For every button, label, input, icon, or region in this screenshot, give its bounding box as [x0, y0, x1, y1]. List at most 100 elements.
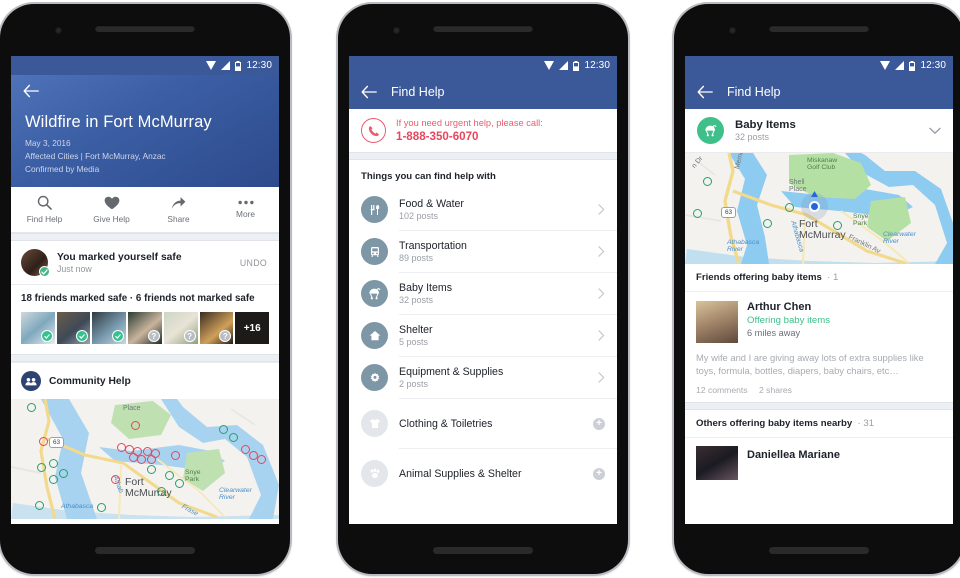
map-pin-need[interactable]: [39, 437, 48, 446]
more-button[interactable]: More: [212, 187, 279, 232]
phone-device-1: 12:30 Wildfire in Fort McMurray May 3, 2…: [0, 4, 290, 574]
chevron-down-icon[interactable]: [929, 127, 941, 135]
map-pin-offer[interactable]: [833, 221, 842, 230]
category-name: Clothing & Toiletries: [399, 417, 493, 430]
friend-thumb[interactable]: ?: [199, 312, 234, 344]
map-pin-offer[interactable]: [49, 459, 58, 468]
phone-3-screen: 12:30 Find Help Baby Items 32 posts 63 M…: [685, 56, 953, 524]
map-pin-offer[interactable]: [37, 463, 46, 472]
map-pin-offer[interactable]: [229, 433, 238, 442]
chevron-right-icon: [598, 330, 605, 341]
app-bar: Find Help: [349, 75, 617, 109]
category-row-equipment-supplies[interactable]: Equipment & Supplies 2 posts: [349, 357, 617, 398]
add-category-button[interactable]: +: [593, 417, 605, 430]
check-icon: [41, 268, 48, 275]
share-label: Share: [167, 213, 190, 224]
category-row-shelter[interactable]: Shelter 5 posts: [349, 315, 617, 356]
category-text: Baby Items 32 posts: [724, 119, 929, 142]
category-text: Transportation 89 posts: [388, 240, 598, 263]
post-card-secondary[interactable]: Daniellea Mariane: [685, 438, 953, 488]
home-glyph: [369, 331, 380, 341]
battery-icon: [909, 60, 916, 71]
undo-button[interactable]: UNDO: [240, 258, 269, 268]
paw-icon: [361, 460, 388, 487]
friend-thumb[interactable]: [56, 312, 91, 344]
map-pin-need[interactable]: [137, 455, 146, 464]
map-pin-need[interactable]: [257, 455, 266, 464]
utensils-glyph: [370, 204, 379, 215]
friend-thumb-more[interactable]: +16: [235, 312, 270, 344]
urgent-help-phone[interactable]: 1-888-350-6070: [396, 130, 543, 143]
map-pin-offer[interactable]: [693, 209, 702, 218]
marked-safe-row[interactable]: You marked yourself safe Just now UNDO: [11, 241, 279, 284]
post-comments-count[interactable]: 12 comments: [696, 385, 748, 395]
back-arrow-icon[interactable]: [23, 84, 39, 98]
find-help-button[interactable]: Find Help: [11, 187, 78, 232]
map-pin-offer[interactable]: [147, 465, 156, 474]
find-help-label: Find Help: [26, 214, 63, 224]
people-glyph: [25, 377, 37, 385]
back-arrow-icon[interactable]: [361, 85, 377, 99]
friend-thumb[interactable]: ?: [163, 312, 198, 344]
post-author-name[interactable]: Daniellea Mariane: [747, 446, 840, 480]
map-pin-offer[interactable]: [35, 501, 44, 510]
map-pin-offer[interactable]: [49, 475, 58, 484]
others-offering-label: Others offering baby items nearby: [696, 418, 853, 429]
map-pin-offer[interactable]: [27, 403, 36, 412]
map-label-snye-park: Snye Park: [185, 469, 201, 483]
map-pin-offer[interactable]: [219, 425, 228, 434]
map-pin-offer[interactable]: [157, 487, 166, 496]
share-button[interactable]: Share: [145, 187, 212, 232]
community-help-map[interactable]: 63 Place Snye Park Clearwater River Athaba…: [11, 399, 279, 519]
map-label-athabasca: Athabasca: [61, 503, 94, 510]
map-pin-need[interactable]: [131, 421, 140, 430]
selected-category-header[interactable]: Baby Items 32 posts: [685, 109, 953, 153]
category-name: Food & Water: [399, 198, 464, 210]
map-pin-offer[interactable]: [165, 471, 174, 480]
friend-thumb[interactable]: [92, 312, 127, 344]
ellipsis-icon: [237, 200, 254, 205]
post-photo[interactable]: [696, 446, 738, 480]
map-label-golf-club: Miskanaw Golf Club: [807, 157, 838, 171]
post-author-name[interactable]: Arthur Chen: [747, 301, 830, 313]
wifi-icon: [880, 61, 891, 70]
map-pin-need[interactable]: [111, 475, 120, 484]
post-photo[interactable]: [696, 301, 738, 343]
back-arrow-icon[interactable]: [697, 85, 713, 99]
shirt-glyph: [369, 419, 380, 428]
category-text: Equipment & Supplies 2 posts: [388, 366, 598, 389]
map-pin-offer[interactable]: [785, 203, 794, 212]
crisis-title: Wildfire in Fort McMurray: [25, 113, 212, 131]
category-text: Food & Water 102 posts: [388, 198, 598, 221]
add-category-button[interactable]: +: [593, 467, 605, 480]
phone-1-screen: 12:30 Wildfire in Fort McMurray May 3, 2…: [11, 56, 279, 524]
give-help-button[interactable]: Give Help: [78, 187, 145, 232]
community-help-row[interactable]: Community Help: [11, 362, 279, 399]
category-row-clothing-toiletries[interactable]: Clothing & Toiletries +: [349, 399, 617, 448]
marked-safe-title: You marked yourself safe: [57, 251, 182, 263]
post-shares-count[interactable]: 2 shares: [759, 385, 792, 395]
urgent-help-banner[interactable]: If you need urgent help, please call: 1-…: [349, 109, 617, 152]
category-row-baby-items[interactable]: Baby Items 32 posts: [349, 273, 617, 314]
category-row-transportation[interactable]: Transportation 89 posts: [349, 231, 617, 272]
post-body-text: My wife and I are giving away lots of ex…: [696, 352, 924, 376]
front-camera-icon: [55, 27, 62, 34]
category-row-animal-supplies[interactable]: Animal Supplies & Shelter +: [349, 449, 617, 498]
map-pin-offer[interactable]: [175, 479, 184, 488]
category-map[interactable]: 63 Miskanaw Golf Club Shell Place Snye Park…: [685, 153, 953, 264]
bus-icon: [361, 238, 388, 265]
check-icon: [79, 333, 86, 339]
map-pin-offer[interactable]: [763, 219, 772, 228]
map-pin-need[interactable]: [171, 451, 180, 460]
crisis-hero-header: Wildfire in Fort McMurray May 3, 2016 Af…: [11, 75, 279, 187]
category-row-food-water[interactable]: Food & Water 102 posts: [349, 189, 617, 230]
map-pin-need[interactable]: [147, 455, 156, 464]
map-pin-offer[interactable]: [97, 503, 106, 512]
friend-thumb[interactable]: [21, 312, 55, 344]
map-pin-offer[interactable]: [59, 469, 68, 478]
others-offering-count: 31: [863, 418, 875, 429]
map-pin-offer[interactable]: [703, 177, 712, 186]
category-posts: 32 posts: [735, 132, 770, 142]
post-card[interactable]: Arthur Chen Offering baby items 6 miles …: [685, 292, 953, 402]
friend-thumb[interactable]: ?: [128, 312, 162, 344]
